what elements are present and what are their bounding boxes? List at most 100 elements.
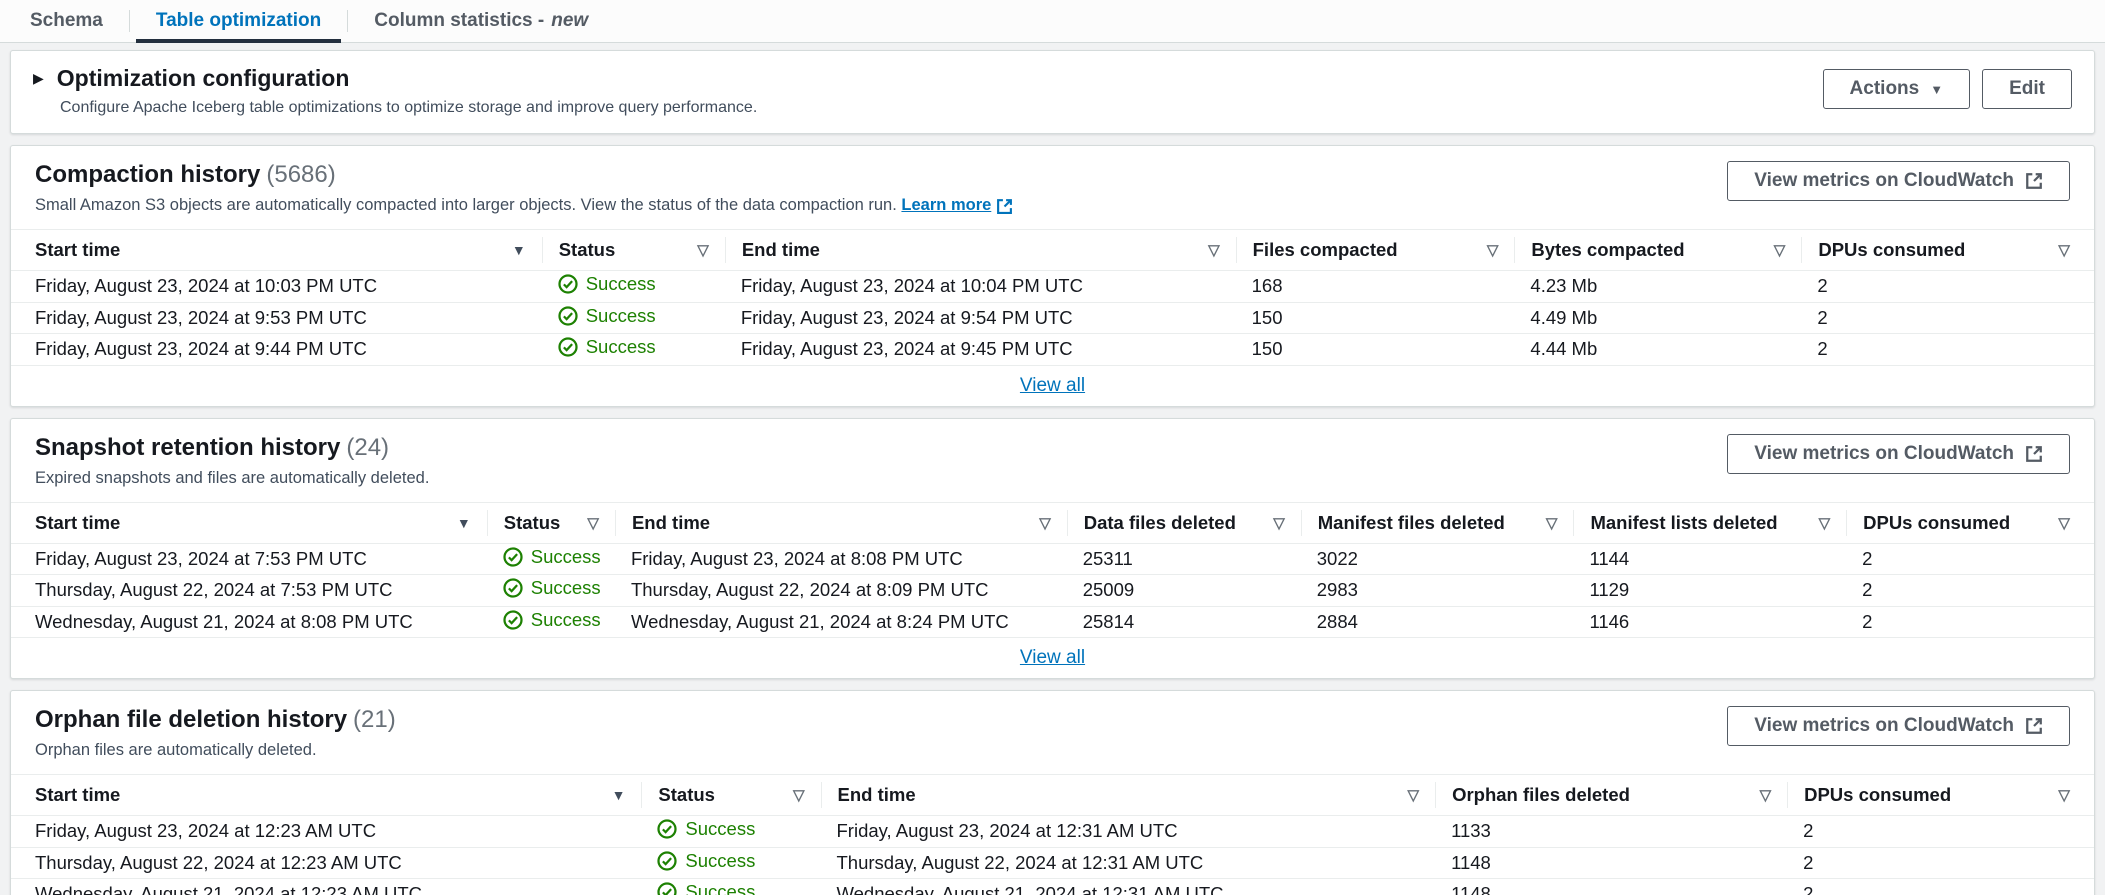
filter-icon[interactable]: ▽ bbox=[1487, 241, 1499, 259]
optimization-configuration-header[interactable]: ▶ Optimization configuration Configure A… bbox=[33, 65, 757, 117]
external-link-icon bbox=[996, 198, 1013, 215]
view-all-link[interactable]: View all bbox=[1020, 375, 1085, 397]
cell-start-time: Friday, August 23, 2024 at 12:23 AM UTC bbox=[35, 820, 641, 842]
filter-icon[interactable]: ▽ bbox=[1546, 514, 1558, 532]
edit-button-label: Edit bbox=[2009, 78, 2045, 100]
config-actions: Actions ▼ Edit bbox=[1823, 65, 2072, 109]
sort-descending-icon[interactable]: ▼ bbox=[457, 515, 471, 531]
snapshot-description: Expired snapshots and files are automati… bbox=[35, 469, 429, 487]
column-header-orphan-files-deleted[interactable]: Orphan files deleted ▽ bbox=[1435, 782, 1787, 808]
column-header-data-files-deleted[interactable]: Data files deleted ▽ bbox=[1067, 510, 1301, 536]
compaction-count: (5686) bbox=[266, 161, 335, 188]
column-label: End time bbox=[632, 512, 710, 534]
cell-dpus-consumed: 2 bbox=[1787, 852, 2070, 874]
filter-icon[interactable]: ▽ bbox=[1774, 241, 1786, 259]
column-header-dpus-consumed[interactable]: DPUs consumed ▽ bbox=[1787, 782, 2070, 808]
edit-button[interactable]: Edit bbox=[1982, 69, 2072, 109]
filter-icon[interactable]: ▽ bbox=[1039, 514, 1051, 532]
success-icon bbox=[558, 306, 578, 326]
tab-column-statistics[interactable]: Column statistics - new bbox=[354, 0, 608, 42]
compaction-view-metrics-button[interactable]: View metrics on CloudWatch bbox=[1727, 161, 2070, 201]
column-header-manifest-lists-deleted[interactable]: Manifest lists deleted ▽ bbox=[1573, 510, 1846, 536]
column-header-start-time[interactable]: Start time ▼ bbox=[35, 510, 487, 536]
view-metrics-label: View metrics on CloudWatch bbox=[1754, 170, 2014, 192]
filter-icon[interactable]: ▽ bbox=[2058, 786, 2070, 804]
cell-data-files-deleted: 25814 bbox=[1067, 611, 1301, 633]
status-label: Success bbox=[586, 336, 656, 358]
compaction-title: Compaction history bbox=[35, 161, 260, 188]
cell-end-time: Friday, August 23, 2024 at 9:54 PM UTC bbox=[725, 307, 1236, 329]
column-header-status[interactable]: Status ▽ bbox=[487, 510, 615, 536]
column-header-start-time[interactable]: Start time ▼ bbox=[35, 782, 641, 808]
snapshot-view-metrics-button[interactable]: View metrics on CloudWatch bbox=[1727, 434, 2070, 474]
column-header-dpus-consumed[interactable]: DPUs consumed ▽ bbox=[1846, 510, 2070, 536]
orphan-view-metrics-button[interactable]: View metrics on CloudWatch bbox=[1727, 706, 2070, 746]
status-badge: Success bbox=[558, 273, 656, 295]
column-header-manifest-files-deleted[interactable]: Manifest files deleted ▽ bbox=[1301, 510, 1574, 536]
cell-orphan-files-deleted: 1133 bbox=[1435, 820, 1787, 842]
column-header-end-time[interactable]: End time ▽ bbox=[615, 510, 1067, 536]
tab-schema[interactable]: Schema bbox=[10, 0, 123, 42]
cell-status: Success bbox=[641, 850, 820, 876]
status-label: Success bbox=[531, 546, 601, 568]
cell-start-time: Wednesday, August 21, 2024 at 8:08 PM UT… bbox=[35, 611, 487, 633]
column-header-end-time[interactable]: End time ▽ bbox=[821, 782, 1436, 808]
filter-icon[interactable]: ▽ bbox=[2058, 241, 2070, 259]
success-icon bbox=[657, 882, 677, 895]
cell-manifest-lists-deleted: 1129 bbox=[1573, 579, 1846, 601]
table-row: Wednesday, August 21, 2024 at 12:23 AM U… bbox=[11, 879, 2094, 895]
view-all-link[interactable]: View all bbox=[1020, 647, 1085, 669]
cell-end-time: Wednesday, August 21, 2024 at 12:31 AM U… bbox=[821, 883, 1436, 895]
expand-collapsed-icon[interactable]: ▶ bbox=[33, 70, 44, 87]
orphan-file-deletion-panel: Orphan file deletion history(21) Orphan … bbox=[10, 690, 2095, 895]
filter-icon[interactable]: ▽ bbox=[2058, 514, 2070, 532]
filter-icon[interactable]: ▽ bbox=[587, 514, 599, 532]
cell-end-time: Friday, August 23, 2024 at 10:04 PM UTC bbox=[725, 275, 1236, 297]
tab-table-optimization[interactable]: Table optimization bbox=[136, 0, 341, 42]
column-header-bytes-compacted[interactable]: Bytes compacted ▽ bbox=[1514, 237, 1801, 263]
column-header-status[interactable]: Status ▽ bbox=[542, 237, 725, 263]
cell-end-time: Friday, August 23, 2024 at 9:45 PM UTC bbox=[725, 338, 1236, 360]
new-badge: new bbox=[551, 10, 588, 32]
column-header-files-compacted[interactable]: Files compacted ▽ bbox=[1236, 237, 1515, 263]
column-header-dpus-consumed[interactable]: DPUs consumed ▽ bbox=[1801, 237, 2070, 263]
filter-icon[interactable]: ▽ bbox=[1408, 786, 1420, 804]
column-label: Start time bbox=[35, 512, 120, 534]
orphan-table-header: Start time ▼ Status ▽ End time ▽ Orphan … bbox=[11, 774, 2094, 816]
sort-descending-icon[interactable]: ▼ bbox=[512, 242, 526, 258]
cell-data-files-deleted: 25311 bbox=[1067, 548, 1301, 570]
cell-dpus-consumed: 2 bbox=[1801, 275, 2070, 297]
column-label: End time bbox=[742, 239, 820, 261]
column-header-end-time[interactable]: End time ▽ bbox=[725, 237, 1236, 263]
tab-bar: Schema Table optimization Column statist… bbox=[0, 0, 2105, 43]
column-label: Status bbox=[504, 512, 561, 534]
cell-dpus-consumed: 2 bbox=[1846, 548, 2070, 570]
cell-status: Success bbox=[542, 336, 725, 362]
filter-icon[interactable]: ▽ bbox=[1208, 241, 1220, 259]
column-header-start-time[interactable]: Start time ▼ bbox=[35, 237, 542, 263]
filter-icon[interactable]: ▽ bbox=[697, 241, 709, 259]
table-row: Friday, August 23, 2024 at 10:03 PM UTC … bbox=[11, 271, 2094, 303]
filter-icon[interactable]: ▽ bbox=[1819, 514, 1831, 532]
sort-descending-icon[interactable]: ▼ bbox=[612, 787, 626, 803]
success-icon bbox=[503, 578, 523, 598]
status-label: Success bbox=[586, 305, 656, 327]
learn-more-link[interactable]: Learn more bbox=[901, 196, 1013, 215]
column-label: Files compacted bbox=[1253, 239, 1398, 261]
actions-button[interactable]: Actions ▼ bbox=[1823, 69, 1971, 109]
filter-icon[interactable]: ▽ bbox=[1760, 786, 1772, 804]
orphan-header-text: Orphan file deletion history(21) Orphan … bbox=[35, 706, 396, 760]
filter-icon[interactable]: ▽ bbox=[1273, 514, 1285, 532]
column-header-status[interactable]: Status ▽ bbox=[641, 782, 820, 808]
optimization-configuration-description: Configure Apache Iceberg table optimizat… bbox=[60, 99, 757, 117]
filter-icon[interactable]: ▽ bbox=[793, 786, 805, 804]
caret-down-icon: ▼ bbox=[1930, 82, 1943, 97]
cell-start-time: Thursday, August 22, 2024 at 7:53 PM UTC bbox=[35, 579, 487, 601]
view-metrics-label: View metrics on CloudWatch bbox=[1754, 443, 2014, 465]
cell-dpus-consumed: 2 bbox=[1801, 307, 2070, 329]
cell-dpus-consumed: 2 bbox=[1846, 611, 2070, 633]
cell-status: Success bbox=[641, 818, 820, 844]
cell-end-time: Friday, August 23, 2024 at 8:08 PM UTC bbox=[615, 548, 1067, 570]
tab-separator bbox=[129, 10, 130, 32]
column-label: End time bbox=[838, 784, 916, 806]
